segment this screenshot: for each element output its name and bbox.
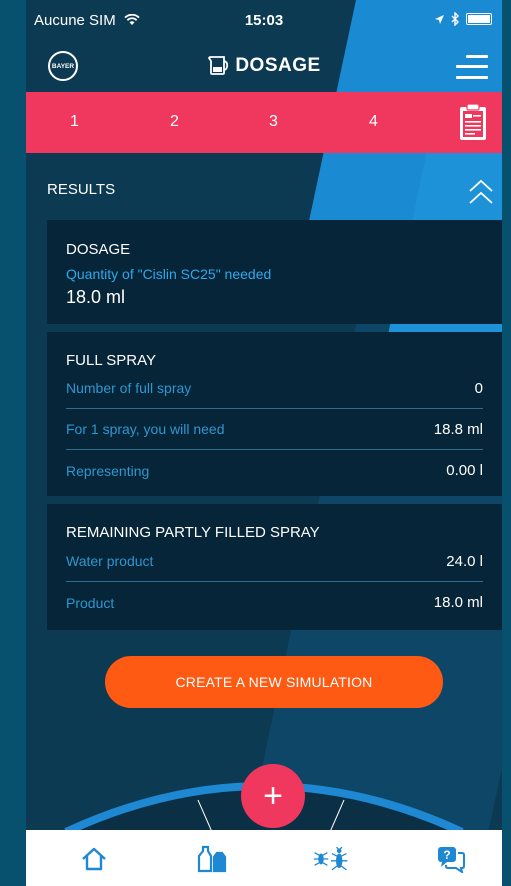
row-label: Product	[66, 594, 115, 611]
row-value: 18.8 ml	[433, 420, 483, 438]
bottles-icon	[197, 845, 227, 873]
row-label: Water product	[66, 553, 154, 569]
row-value: 18.0 ml	[433, 594, 483, 611]
hamburger-menu-icon[interactable]	[456, 54, 488, 80]
home-icon	[82, 847, 106, 871]
card-title: FULL SPRAY	[66, 352, 157, 369]
row-label: Representing	[66, 462, 150, 479]
step-3[interactable]: 3	[269, 113, 278, 131]
app-screen: Aucune SIM 15:03 BAYER DOSAGE 1 2 3 4 RE…	[26, 0, 502, 886]
bottom-nav: ?	[26, 830, 502, 886]
dosage-subtitle: Quantity of "Cislin SC25" needed	[66, 266, 272, 282]
svg-text:?: ?	[443, 848, 450, 862]
battery-icon	[466, 13, 492, 25]
clipboard-icon[interactable]	[458, 102, 488, 142]
measuring-jug-icon	[208, 56, 229, 75]
row-value: 0	[474, 379, 483, 397]
step-4[interactable]: 4	[369, 113, 378, 131]
result-row: Water product 24.0 l	[66, 541, 483, 582]
status-icons	[434, 12, 492, 26]
location-arrow-icon	[435, 14, 444, 24]
bluetooth-icon	[451, 12, 459, 26]
row-label: For 1 spray, you will need	[66, 421, 225, 437]
results-title: RESULTS	[47, 181, 116, 198]
result-row: For 1 spray, you will need 18.8 ml	[66, 409, 483, 450]
nav-pests[interactable]	[311, 844, 351, 874]
dosage-card: DOSAGE Quantity of "Cislin SC25" needed …	[47, 220, 502, 324]
nav-products[interactable]	[192, 844, 232, 874]
remaining-spray-card: REMAINING PARTLY FILLED SPRAY Water prod…	[47, 504, 502, 630]
page-title: DOSAGE	[26, 54, 502, 77]
status-bar: Aucune SIM 15:03	[26, 0, 502, 40]
result-row: Representing 0.00 l	[66, 450, 483, 491]
step-2[interactable]: 2	[170, 113, 179, 131]
row-label: Number of full spray	[66, 380, 192, 396]
row-value: 24.0 l	[446, 552, 483, 570]
result-row: Number of full spray 0	[66, 368, 483, 409]
nav-help[interactable]: ?	[431, 844, 471, 874]
add-fab-button[interactable]: +	[241, 764, 305, 828]
step-1[interactable]: 1	[70, 113, 79, 131]
result-row: Product 18.0 ml	[66, 582, 483, 623]
chevron-up-icon[interactable]	[468, 178, 494, 208]
status-time: 15:03	[244, 12, 284, 29]
insects-icon	[313, 846, 348, 871]
dosage-value: 18.0 ml	[66, 287, 126, 307]
card-title: REMAINING PARTLY FILLED SPRAY	[66, 524, 320, 541]
full-spray-card: FULL SPRAY Number of full spray 0 For 1 …	[47, 332, 502, 496]
card-title: DOSAGE	[66, 241, 131, 258]
chat-help-icon: ?	[438, 847, 465, 873]
nav-home[interactable]	[74, 844, 114, 874]
app-header: BAYER DOSAGE	[26, 40, 502, 92]
create-new-simulation-button[interactable]: CREATE A NEW SIMULATION	[105, 656, 443, 708]
step-bar: 1 2 3 4	[26, 92, 502, 153]
row-value: 0.00 l	[446, 462, 483, 479]
